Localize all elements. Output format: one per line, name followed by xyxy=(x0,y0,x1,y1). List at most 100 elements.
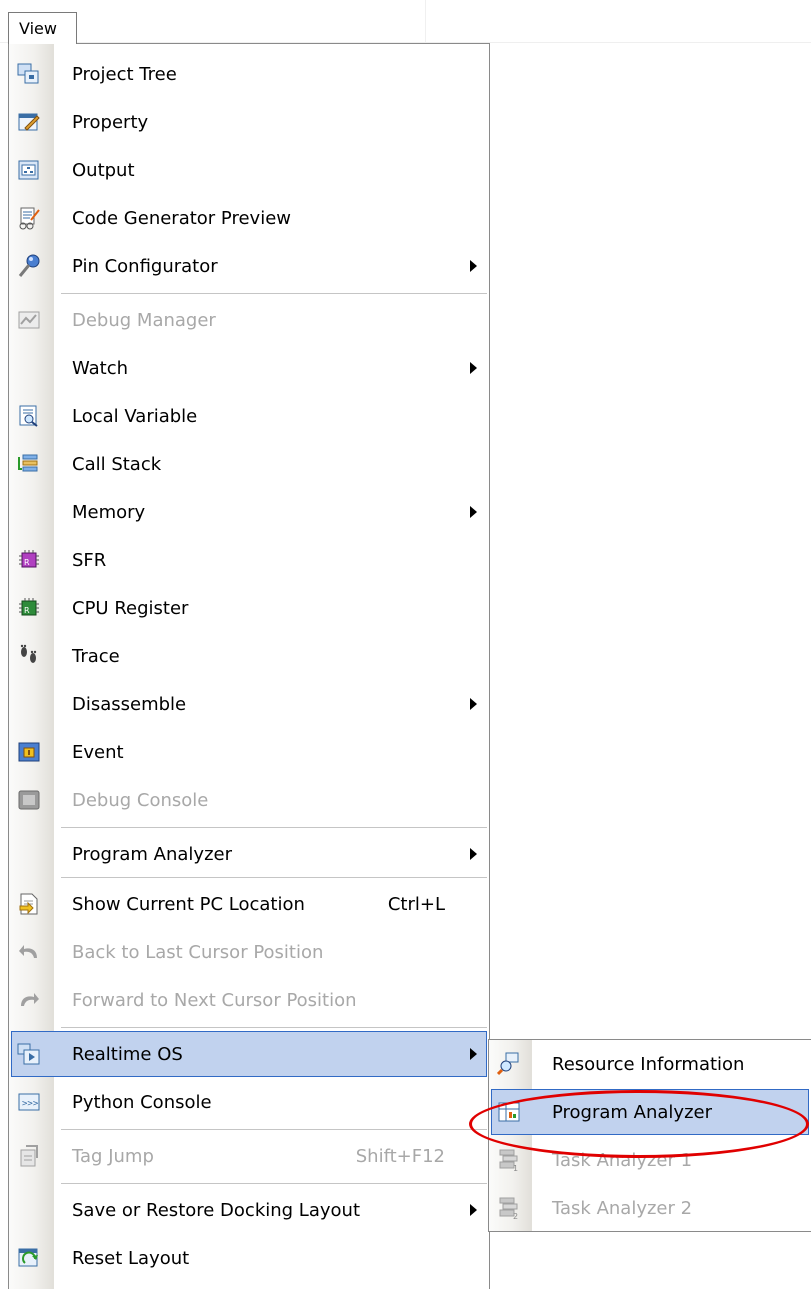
cpu-register-chip-icon: R xyxy=(19,598,39,616)
resource-information-icon xyxy=(497,1052,519,1076)
menu-item-debug-manager[interactable]: Debug Manager xyxy=(9,297,489,343)
menu-item-label: Watch xyxy=(72,358,129,379)
tag-jump-icon xyxy=(20,1145,38,1167)
menu-item-label: Save or Restore Docking Layout xyxy=(72,1200,360,1221)
menu-item-watch[interactable]: Watch xyxy=(9,345,489,391)
menu-item-memory[interactable]: Memory xyxy=(9,489,489,535)
menu-item-label: Realtime OS xyxy=(72,1044,183,1065)
menu-item-trace[interactable]: Trace xyxy=(9,633,489,679)
menu-item-label: Call Stack xyxy=(72,454,162,475)
menu-item-label: Pin Configurator xyxy=(72,256,218,277)
menu-separator xyxy=(61,877,487,878)
realtime-os-icon xyxy=(17,1043,40,1065)
menu-item-local-variable[interactable]: Local Variable xyxy=(9,393,489,439)
menu-item-cpu-register[interactable]: R CPU Register xyxy=(9,585,489,631)
realtime-os-submenu: Resource Information Program Analyzer 1 … xyxy=(488,1039,811,1232)
forward-arrow-icon xyxy=(21,993,39,1006)
event-icon xyxy=(18,742,40,762)
shortcut-label: Shift+F12 xyxy=(355,1146,445,1167)
menu-separator xyxy=(61,293,487,294)
menu-item-label: Task Analyzer 1 xyxy=(552,1150,693,1171)
menu-item-save-or-restore-docking-layout[interactable]: Save or Restore Docking Layout xyxy=(9,1187,489,1233)
svg-text:2: 2 xyxy=(513,1212,518,1220)
menu-separator xyxy=(61,827,487,828)
svg-text:R: R xyxy=(24,558,30,567)
menu-item-label: Python Console xyxy=(72,1092,212,1113)
menu-item-python-console[interactable]: >>> Python Console xyxy=(9,1079,489,1125)
submenu-item-program-analyzer[interactable]: Program Analyzer xyxy=(491,1089,809,1135)
menu-item-realtime-os[interactable]: Realtime OS xyxy=(11,1031,487,1077)
view-menu-label: View xyxy=(19,19,57,38)
task-analyzer-2-icon: 2 xyxy=(499,1197,518,1220)
svg-text:>>>: >>> xyxy=(22,1099,39,1109)
svg-text:1: 1 xyxy=(513,1164,518,1172)
menu-item-label: Tag Jump xyxy=(72,1146,154,1167)
menu-item-label: Forward to Next Cursor Position xyxy=(72,990,357,1011)
menu-item-label: Disassemble xyxy=(72,694,187,715)
menu-item-forward-to-next-cursor-position[interactable]: Forward to Next Cursor Position xyxy=(9,977,489,1023)
menu-bar xyxy=(0,0,811,43)
svg-text:R: R xyxy=(24,606,30,615)
menu-item-project-tree[interactable]: Project Tree xyxy=(9,51,489,97)
back-arrow-icon xyxy=(19,945,37,958)
trace-footprints-icon xyxy=(20,644,37,663)
program-analyzer-icon xyxy=(498,1102,520,1122)
menu-item-sfr[interactable]: R SFR xyxy=(9,537,489,583)
reset-layout-icon xyxy=(18,1248,38,1267)
menu-item-disassemble[interactable]: Disassemble xyxy=(9,681,489,727)
menu-item-label: Memory xyxy=(72,502,146,523)
submenu-arrow-icon xyxy=(470,1204,477,1216)
menu-item-tag-jump[interactable]: Tag Jump Shift+F12 xyxy=(9,1133,489,1179)
menu-item-event[interactable]: Event xyxy=(9,729,489,775)
menu-item-label: CPU Register xyxy=(72,598,189,619)
menu-item-label: Task Analyzer 2 xyxy=(552,1198,693,1219)
project-tree-icon xyxy=(17,63,39,84)
menu-item-label: Show Current PC Location xyxy=(72,894,305,915)
task-analyzer-1-icon: 1 xyxy=(499,1149,518,1172)
menu-item-label: Program Analyzer xyxy=(72,844,232,865)
python-console-icon: >>> xyxy=(18,1093,40,1111)
menu-item-reset-layout[interactable]: Reset Layout xyxy=(9,1235,489,1281)
menu-item-label: Property xyxy=(72,112,149,133)
code-generator-icon xyxy=(19,207,40,230)
submenu-arrow-icon xyxy=(470,848,477,860)
sfr-chip-icon: R xyxy=(19,550,39,568)
menu-item-code-generator-preview[interactable]: Code Generator Preview xyxy=(9,195,489,241)
menu-separator xyxy=(61,1129,487,1130)
local-variable-icon xyxy=(19,405,38,427)
submenu-item-resource-information[interactable]: Resource Information xyxy=(489,1041,811,1087)
submenu-arrow-icon xyxy=(470,1048,477,1060)
submenu-arrow-icon xyxy=(470,362,477,374)
menu-item-label: Program Analyzer xyxy=(552,1102,712,1123)
debug-manager-icon xyxy=(18,311,40,329)
menu-separator xyxy=(61,1183,487,1184)
menu-item-label: Event xyxy=(72,742,124,763)
menu-item-label: Back to Last Cursor Position xyxy=(72,942,324,963)
menu-item-pin-configurator[interactable]: Pin Configurator xyxy=(9,243,489,289)
menu-item-show-current-pc-location[interactable]: Show Current PC Location Ctrl+L xyxy=(9,881,489,927)
submenu-item-task-analyzer-2[interactable]: 2 Task Analyzer 2 xyxy=(489,1185,811,1231)
menu-item-label: Code Generator Preview xyxy=(72,208,291,229)
shortcut-label: Ctrl+L xyxy=(387,894,445,915)
menu-item-label: Resource Information xyxy=(552,1054,745,1075)
call-stack-icon xyxy=(18,454,38,472)
menu-item-call-stack[interactable]: Call Stack xyxy=(9,441,489,487)
property-icon xyxy=(18,113,40,131)
menu-item-output[interactable]: Output xyxy=(9,147,489,193)
menu-item-label: Trace xyxy=(72,646,120,667)
debug-console-icon xyxy=(18,790,40,810)
view-menu[interactable]: View xyxy=(8,12,77,44)
output-icon xyxy=(18,160,39,180)
submenu-item-task-analyzer-1[interactable]: 1 Task Analyzer 1 xyxy=(489,1137,811,1183)
menu-item-label: Output xyxy=(72,160,135,181)
menu-item-label: Local Variable xyxy=(72,406,198,427)
menu-item-program-analyzer[interactable]: Program Analyzer xyxy=(9,831,489,877)
submenu-arrow-icon xyxy=(470,506,477,518)
menu-item-back-to-last-cursor-position[interactable]: Back to Last Cursor Position xyxy=(9,929,489,975)
menu-item-debug-console[interactable]: Debug Console xyxy=(9,777,489,823)
view-dropdown-menu: Project Tree Property Output Code Genera… xyxy=(8,43,490,1289)
submenu-arrow-icon xyxy=(470,260,477,272)
menu-item-property[interactable]: Property xyxy=(9,99,489,145)
menu-item-label: SFR xyxy=(72,550,107,571)
menu-bar-divider xyxy=(425,0,426,42)
